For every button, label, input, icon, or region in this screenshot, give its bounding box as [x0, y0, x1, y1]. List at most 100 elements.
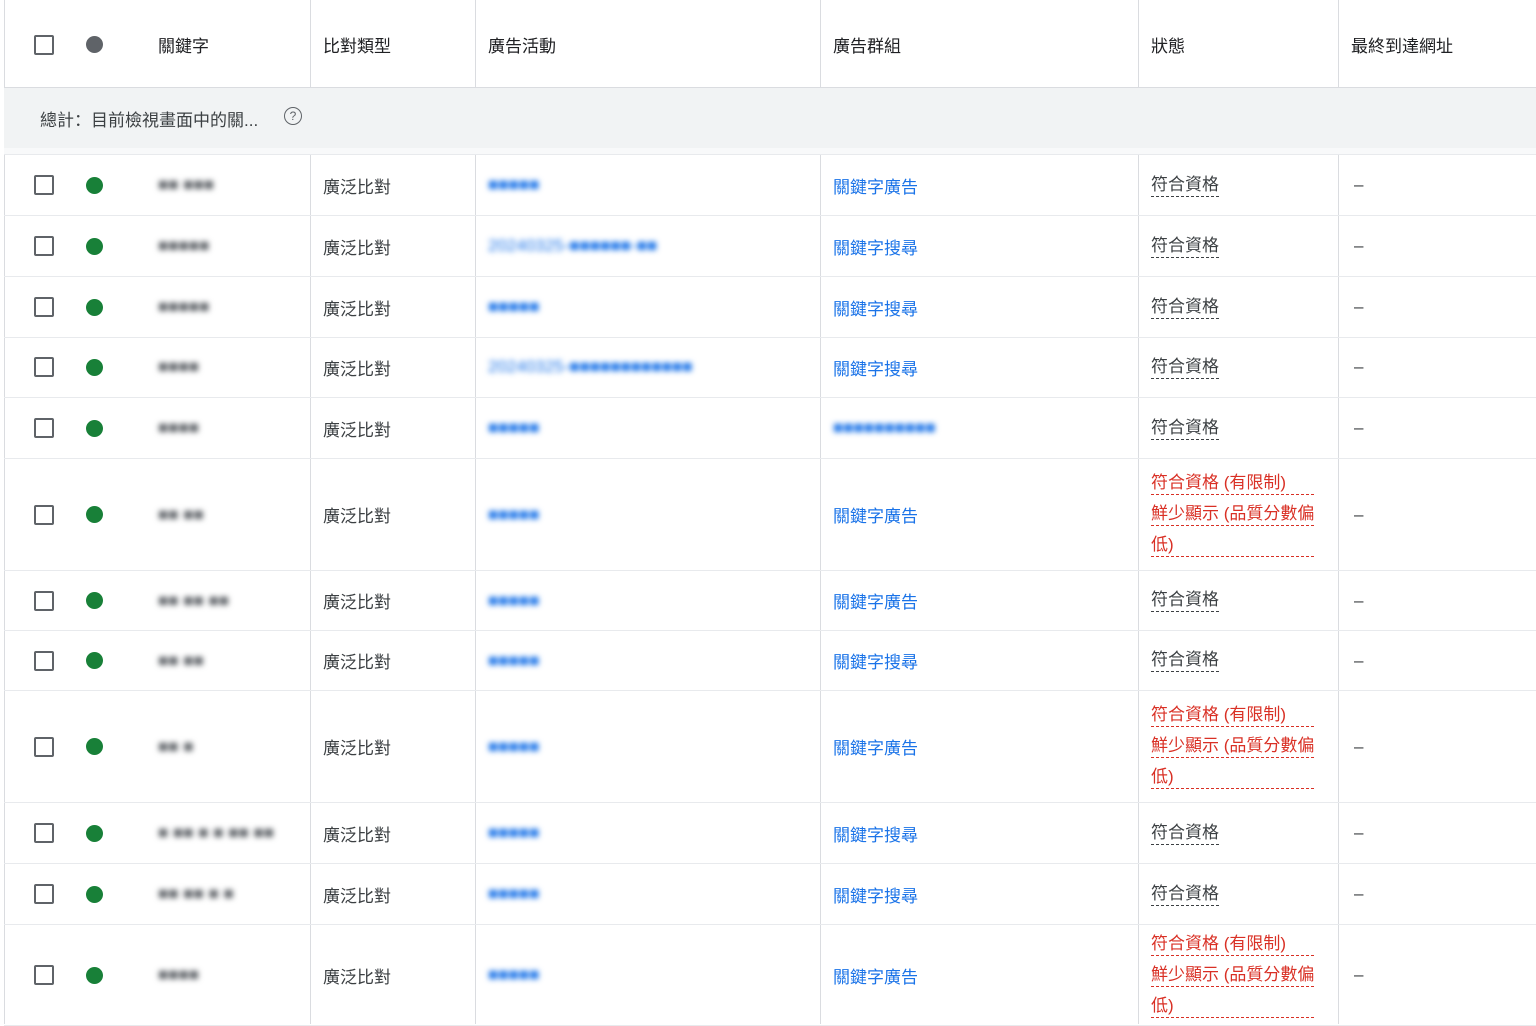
status-text[interactable]: 符合資格 [1151, 883, 1219, 906]
row-checkbox[interactable] [34, 504, 54, 525]
row-ad-group[interactable]: 關鍵字搜尋 [833, 337, 918, 397]
status-text[interactable]: 鮮少顯示 (品質分數偏 [1151, 503, 1315, 526]
ad-group-link[interactable]: 關鍵字廣告 [833, 173, 918, 198]
campaign-link[interactable]: ■■■■■ [488, 823, 539, 843]
status-text[interactable]: 鮮少顯示 (品質分數偏 [1151, 735, 1315, 758]
campaign-link[interactable]: ■■■■■ [488, 591, 539, 611]
ad-group-link[interactable]: 關鍵字搜尋 [833, 355, 918, 380]
ad-group-link[interactable]: 關鍵字搜尋 [833, 234, 918, 259]
ad-group-link[interactable]: 關鍵字廣告 [833, 963, 918, 988]
header-final-url[interactable]: 最終到達網址 [1351, 2, 1453, 87]
status-text[interactable]: 符合資格 (有限制) [1151, 933, 1315, 956]
status-text[interactable]: 符合資格 [1151, 589, 1219, 612]
status-text[interactable]: 符合資格 [1151, 356, 1219, 379]
campaign-link[interactable]: ■■■■■ [488, 505, 539, 525]
enabled-status-icon[interactable] [86, 592, 103, 609]
row-checkbox[interactable] [34, 650, 54, 671]
row-keyword[interactable]: ■■■■ [158, 925, 298, 1025]
enabled-status-icon[interactable] [86, 738, 103, 755]
row-ad-group[interactable]: 關鍵字廣告 [833, 691, 918, 802]
status-text[interactable]: 符合資格 [1151, 822, 1219, 845]
keyword-text[interactable]: ■■ ■■■ [158, 175, 214, 195]
ad-group-link[interactable]: 關鍵字搜尋 [833, 821, 918, 846]
status-text[interactable]: 符合資格 (有限制) [1151, 472, 1315, 495]
status-text[interactable]: 符合資格 [1151, 296, 1219, 319]
header-campaign[interactable]: 廣告活動 [488, 2, 556, 87]
enabled-status-icon[interactable] [86, 506, 103, 523]
keyword-text[interactable]: ■■■■ [158, 418, 199, 438]
select-all-checkbox[interactable] [34, 34, 54, 55]
campaign-link[interactable]: ■■■■■ [488, 884, 539, 904]
row-keyword[interactable]: ■■ ■■ ■ ■ [158, 864, 298, 924]
enabled-status-icon[interactable] [86, 358, 103, 376]
enabled-status-icon[interactable] [86, 419, 103, 437]
row-checkbox[interactable] [34, 175, 54, 195]
row-ad-group[interactable]: 關鍵字廣告 [833, 925, 918, 1025]
row-ad-group[interactable]: 關鍵字搜尋 [833, 277, 918, 337]
row-keyword[interactable]: ■■■■ [158, 398, 298, 458]
row-keyword[interactable]: ■■■■■ [158, 216, 298, 276]
row-checkbox[interactable] [34, 590, 54, 611]
ad-group-link[interactable]: 關鍵字廣告 [833, 734, 918, 759]
row-checkbox[interactable] [34, 236, 54, 256]
row-campaign[interactable]: ■■■■■ [488, 459, 539, 570]
row-ad-group[interactable]: 關鍵字搜尋 [833, 803, 918, 863]
campaign-link[interactable]: ■■■■■ [488, 297, 539, 317]
keyword-text[interactable]: ■■ ■■ ■■ [158, 591, 229, 611]
row-campaign[interactable]: 20240325-■■■■■■■■■■■■ [488, 337, 693, 397]
campaign-link[interactable]: ■■■■■ [488, 965, 539, 985]
enabled-status-icon[interactable] [86, 298, 103, 316]
row-campaign[interactable]: ■■■■■ [488, 925, 539, 1025]
header-status[interactable]: 狀態 [1151, 2, 1185, 87]
campaign-link[interactable]: ■■■■■ [488, 737, 539, 757]
enabled-status-icon[interactable] [86, 237, 103, 255]
row-ad-group[interactable]: 關鍵字搜尋 [833, 864, 918, 924]
row-campaign[interactable]: ■■■■■ [488, 277, 539, 337]
row-campaign[interactable]: ■■■■■ [488, 571, 539, 630]
enabled-status-icon[interactable] [86, 176, 103, 194]
campaign-link[interactable]: ■■■■■ [488, 175, 539, 195]
ad-group-link[interactable]: 關鍵字廣告 [833, 502, 918, 527]
ad-group-link[interactable]: 關鍵字搜尋 [833, 882, 918, 907]
keyword-text[interactable]: ■■■■■ [158, 236, 209, 256]
row-checkbox[interactable] [34, 736, 54, 757]
status-text[interactable]: 符合資格 (有限制) [1151, 704, 1315, 727]
status-text[interactable]: 低) [1151, 995, 1315, 1018]
ad-group-link[interactable]: ■■■■■■■■■■ [833, 418, 936, 438]
row-checkbox[interactable] [34, 823, 54, 843]
keyword-text[interactable]: ■■ ■ [158, 737, 194, 757]
row-keyword[interactable]: ■■ ■■ [158, 459, 298, 570]
row-keyword[interactable]: ■■■■■ [158, 277, 298, 337]
row-checkbox[interactable] [34, 418, 54, 438]
ad-group-link[interactable]: 關鍵字搜尋 [833, 648, 918, 673]
enabled-status-icon[interactable] [86, 885, 103, 903]
status-text[interactable]: 符合資格 [1151, 174, 1219, 197]
keyword-text[interactable]: ■ ■■ ■ ■ ■■ ■■ [158, 823, 274, 843]
row-campaign[interactable]: ■■■■■ [488, 398, 539, 458]
status-filter-icon[interactable] [86, 36, 103, 53]
row-keyword[interactable]: ■■ ■■■ [158, 155, 298, 215]
row-checkbox[interactable] [34, 297, 54, 317]
header-match-type[interactable]: 比對類型 [323, 2, 391, 87]
campaign-link[interactable]: ■■■■■ [488, 651, 539, 671]
header-ad-group[interactable]: 廣告群組 [833, 2, 901, 87]
row-ad-group[interactable]: 關鍵字廣告 [833, 459, 918, 570]
keyword-text[interactable]: ■■■■ [158, 965, 199, 985]
status-text[interactable]: 低) [1151, 766, 1315, 789]
keyword-text[interactable]: ■■ ■■ [158, 651, 204, 671]
row-keyword[interactable]: ■■ ■■ ■■ [158, 571, 298, 630]
keyword-text[interactable]: ■■ ■■ [158, 505, 204, 525]
row-campaign[interactable]: ■■■■■ [488, 631, 539, 690]
status-text[interactable]: 低) [1151, 534, 1315, 557]
status-text[interactable]: 鮮少顯示 (品質分數偏 [1151, 964, 1315, 987]
keyword-text[interactable]: ■■■■ [158, 357, 199, 377]
ad-group-link[interactable]: 關鍵字廣告 [833, 588, 918, 613]
campaign-link[interactable]: 20240325-■■■■■■-■■ [488, 236, 657, 256]
keyword-text[interactable]: ■■■■■ [158, 297, 209, 317]
row-campaign[interactable]: ■■■■■ [488, 803, 539, 863]
campaign-link[interactable]: ■■■■■ [488, 418, 539, 438]
row-campaign[interactable]: ■■■■■ [488, 155, 539, 215]
row-keyword[interactable]: ■■ ■ [158, 691, 298, 802]
status-text[interactable]: 符合資格 [1151, 649, 1219, 672]
ad-group-link[interactable]: 關鍵字搜尋 [833, 295, 918, 320]
